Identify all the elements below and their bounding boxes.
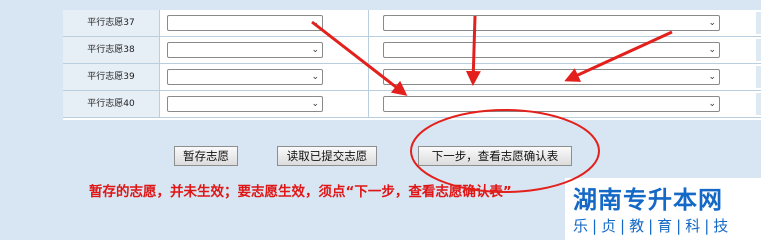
watermark-logo: 湖南专升本网 乐|贞|教|育|科|技 bbox=[565, 178, 761, 240]
chevron-down-icon: ⌄ bbox=[708, 72, 716, 82]
chevron-down-icon: ⌄ bbox=[708, 99, 716, 109]
page-background: 平行志愿37 ⌄ ⌄ 平行志愿38 ⌄ ⌄ 平行志愿39 ⌄ ⌄ 平行志愿40 … bbox=[0, 0, 761, 240]
chevron-down-icon: ⌄ bbox=[708, 45, 716, 55]
school-select[interactable]: ⌄ bbox=[167, 15, 323, 31]
volunteer-row: 平行志愿39 ⌄ ⌄ bbox=[63, 64, 761, 91]
row-label: 平行志愿38 bbox=[63, 37, 160, 63]
volunteer-row: 平行志愿37 ⌄ ⌄ bbox=[63, 10, 761, 37]
major-select[interactable]: ⌄ bbox=[383, 96, 720, 112]
save-draft-button[interactable]: 暂存志愿 bbox=[174, 146, 238, 166]
volunteer-row: 平行志愿38 ⌄ ⌄ bbox=[63, 37, 761, 64]
school-select[interactable]: ⌄ bbox=[167, 96, 323, 112]
volunteer-row: 平行志愿40 ⌄ ⌄ bbox=[63, 91, 761, 118]
watermark-title: 湖南专升本网 bbox=[573, 186, 723, 214]
chevron-down-icon: ⌄ bbox=[708, 18, 716, 28]
row-label: 平行志愿37 bbox=[63, 10, 160, 36]
chevron-down-icon: ⌄ bbox=[311, 99, 319, 109]
major-select[interactable]: ⌄ bbox=[383, 15, 720, 31]
school-select[interactable]: ⌄ bbox=[167, 42, 323, 58]
major-select[interactable]: ⌄ bbox=[383, 69, 720, 85]
row-label: 平行志愿39 bbox=[63, 64, 160, 90]
row-label: 平行志愿40 bbox=[63, 91, 160, 117]
chevron-down-icon: ⌄ bbox=[311, 72, 319, 82]
chevron-down-icon: ⌄ bbox=[311, 18, 319, 28]
chevron-down-icon: ⌄ bbox=[311, 45, 319, 55]
school-select[interactable]: ⌄ bbox=[167, 69, 323, 85]
load-submitted-button[interactable]: 读取已提交志愿 bbox=[277, 146, 377, 166]
notice-text: 暂存的志愿，并未生效；要志愿生效，须点“下一步，查看志愿确认表” bbox=[89, 184, 512, 200]
next-step-button[interactable]: 下一步，查看志愿确认表 bbox=[418, 146, 572, 166]
major-select[interactable]: ⌄ bbox=[383, 42, 720, 58]
watermark-subtitle: 乐|贞|教|育|科|技 bbox=[573, 217, 733, 235]
